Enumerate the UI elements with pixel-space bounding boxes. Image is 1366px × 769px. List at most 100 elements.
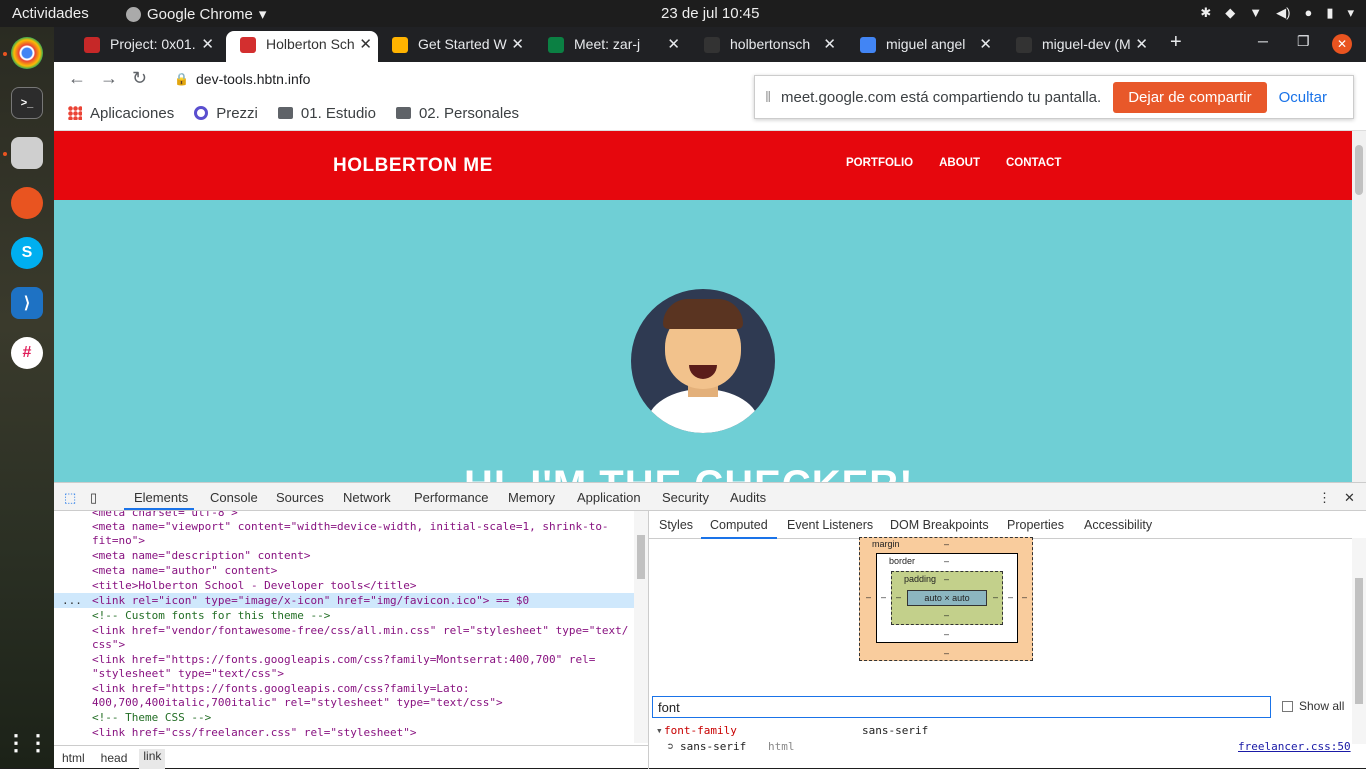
tab-3[interactable]: Meet: zar-j ✕	[534, 31, 686, 62]
stop-sharing-button[interactable]: Dejar de compartir	[1113, 81, 1267, 113]
dom-line[interactable]: "stylesheet" type="text/css">	[92, 667, 284, 680]
computed-property-value[interactable]: sans-serif	[862, 724, 928, 737]
terminal-dock-icon[interactable]: >_	[11, 87, 43, 119]
tab-application[interactable]: Application	[577, 490, 641, 505]
padding-bottom-value[interactable]: –	[944, 610, 949, 620]
crumb-head[interactable]: head	[101, 751, 128, 769]
volume-icon[interactable]: ◀)	[1276, 5, 1290, 21]
dom-line[interactable]: <meta name="author" content>	[92, 564, 277, 577]
dom-line-selected[interactable]: <link rel="icon" type="image/x-icon" hre…	[92, 594, 529, 607]
close-tab-icon[interactable]: ✕	[979, 31, 992, 58]
goto-source-icon[interactable]: ➲	[667, 740, 674, 753]
tab-elements[interactable]: Elements	[134, 490, 188, 505]
chrome-dock-icon[interactable]	[11, 37, 43, 69]
close-tab-icon[interactable]: ✕	[1135, 31, 1148, 58]
source-link[interactable]: freelancer.css:50	[1238, 740, 1351, 753]
close-tab-icon[interactable]: ✕	[201, 31, 214, 58]
drag-handle-icon[interactable]: ‖	[765, 89, 781, 106]
vscode-dock-icon[interactable]: ⟩	[11, 287, 43, 319]
hide-button[interactable]: Ocultar	[1279, 89, 1327, 106]
tab-accessibility[interactable]: Accessibility	[1084, 518, 1152, 532]
postman-dock-icon[interactable]	[11, 187, 43, 219]
show-apps-icon[interactable]: ⋮⋮	[5, 727, 49, 759]
dom-line[interactable]: <meta name="viewport" content="width=dev…	[92, 520, 609, 533]
bookmark-folder-estudio[interactable]: 01. Estudio	[277, 105, 376, 122]
new-tab-button[interactable]: +	[1170, 31, 1182, 54]
box-model-padding[interactable]: padding – – – – auto × auto	[891, 571, 1003, 625]
crumb-link[interactable]: link	[139, 749, 166, 769]
power-menu-icon[interactable]: ▾	[1347, 5, 1354, 21]
tab-styles[interactable]: Styles	[659, 518, 693, 532]
nav-link-contact[interactable]: CONTACT	[1006, 157, 1061, 169]
page-scrollbar[interactable]	[1352, 131, 1366, 482]
microphone-icon[interactable]: ●	[1304, 5, 1312, 21]
bookmark-prezzi[interactable]: Prezzi	[194, 105, 258, 122]
reload-icon[interactable]: ↻	[132, 68, 147, 89]
nav-link-portfolio[interactable]: PORTFOLIO	[846, 157, 913, 169]
forward-arrow-icon[interactable]: →	[100, 68, 118, 89]
dom-line[interactable]: <meta name="description" content>	[92, 549, 311, 562]
tab-5[interactable]: miguel angel ✕	[846, 31, 998, 62]
close-devtools-icon[interactable]: ✕	[1344, 490, 1355, 506]
minimize-window-icon[interactable]: ─	[1258, 33, 1268, 49]
more-options-icon[interactable]: ⋮	[1318, 490, 1331, 506]
dom-line[interactable]: <link href="https://fonts.googleapis.com…	[92, 682, 470, 695]
pane-divider[interactable]	[648, 511, 649, 769]
box-model-content[interactable]: auto × auto	[907, 590, 987, 606]
tab-security[interactable]: Security	[662, 490, 709, 505]
close-window-icon[interactable]: ✕	[1332, 34, 1352, 54]
margin-bottom-value[interactable]: –	[944, 648, 949, 658]
dom-line[interactable]: <link href="css/freelancer.css" rel="sty…	[92, 726, 417, 739]
border-left-value[interactable]: –	[881, 592, 886, 602]
slack-tray-icon[interactable]: ✱	[1200, 5, 1211, 21]
device-toggle-icon[interactable]: ▯	[90, 490, 97, 506]
tab-2[interactable]: Get Started W ✕	[378, 31, 530, 62]
margin-top-value[interactable]: –	[944, 539, 949, 549]
tab-memory[interactable]: Memory	[508, 490, 555, 505]
close-tab-icon[interactable]: ✕	[823, 31, 836, 58]
dom-line[interactable]: <meta charset="utf-8">	[92, 511, 238, 519]
dom-line[interactable]: <link href="vendor/fontawesome-free/css/…	[92, 624, 628, 637]
tab-console[interactable]: Console	[210, 490, 258, 505]
padding-left-value[interactable]: –	[896, 592, 901, 602]
dom-line[interactable]: <link href="https://fonts.googleapis.com…	[92, 653, 595, 666]
box-model-border[interactable]: border – – – – padding – – – – auto × au…	[876, 553, 1018, 643]
tab-4[interactable]: holbertonsch ✕	[690, 31, 842, 62]
inspect-element-icon[interactable]: ⬚	[64, 490, 76, 506]
tab-performance[interactable]: Performance	[414, 490, 488, 505]
system-tray[interactable]: ✱ ◆ ▼ ◀) ● ▮ ▾	[1200, 5, 1354, 21]
tab-sources[interactable]: Sources	[276, 490, 324, 505]
files-dock-icon[interactable]	[11, 137, 43, 169]
tab-network[interactable]: Network	[343, 490, 391, 505]
border-right-value[interactable]: –	[1008, 592, 1013, 602]
tab-audits[interactable]: Audits	[730, 490, 766, 505]
tab-dom-breakpoints[interactable]: DOM Breakpoints	[890, 518, 989, 532]
bookmark-folder-personales[interactable]: 02. Personales	[395, 105, 519, 122]
border-top-value[interactable]: –	[944, 556, 949, 566]
tab-event-listeners[interactable]: Event Listeners	[787, 518, 873, 532]
computed-scrollbar[interactable]	[1352, 538, 1366, 744]
site-brand[interactable]: HOLBERTON ME	[333, 155, 493, 177]
shield-icon[interactable]: ◆	[1225, 5, 1235, 21]
close-tab-icon[interactable]: ✕	[359, 31, 372, 58]
back-arrow-icon[interactable]: ←	[68, 68, 86, 89]
dom-tree-scrollbar[interactable]	[634, 511, 648, 743]
margin-right-value[interactable]: –	[1022, 592, 1027, 602]
border-bottom-value[interactable]: –	[944, 629, 949, 639]
close-tab-icon[interactable]: ✕	[667, 31, 680, 58]
dom-line[interactable]: 400,700,400italic,700italic" rel="styles…	[92, 696, 503, 709]
tab-computed[interactable]: Computed	[710, 518, 768, 532]
skype-dock-icon[interactable]: S	[11, 237, 43, 269]
dom-line[interactable]: <title>Holberton School - Developer tool…	[92, 579, 417, 592]
dom-comment[interactable]: <!-- Custom fonts for this theme -->	[92, 609, 330, 622]
dom-comment[interactable]: <!-- Theme CSS -->	[92, 711, 211, 724]
margin-left-value[interactable]: –	[866, 592, 871, 602]
bookmark-apps[interactable]: Aplicaciones	[68, 105, 174, 122]
dom-line[interactable]: css">	[92, 638, 125, 651]
nav-link-about[interactable]: ABOUT	[939, 157, 980, 169]
padding-right-value[interactable]: –	[993, 592, 998, 602]
box-model-margin[interactable]: margin – – – – border – – – – padding – …	[859, 537, 1033, 661]
tab-properties[interactable]: Properties	[1007, 518, 1064, 532]
crumb-html[interactable]: html	[62, 751, 85, 769]
checkbox-box[interactable]	[1282, 700, 1293, 712]
